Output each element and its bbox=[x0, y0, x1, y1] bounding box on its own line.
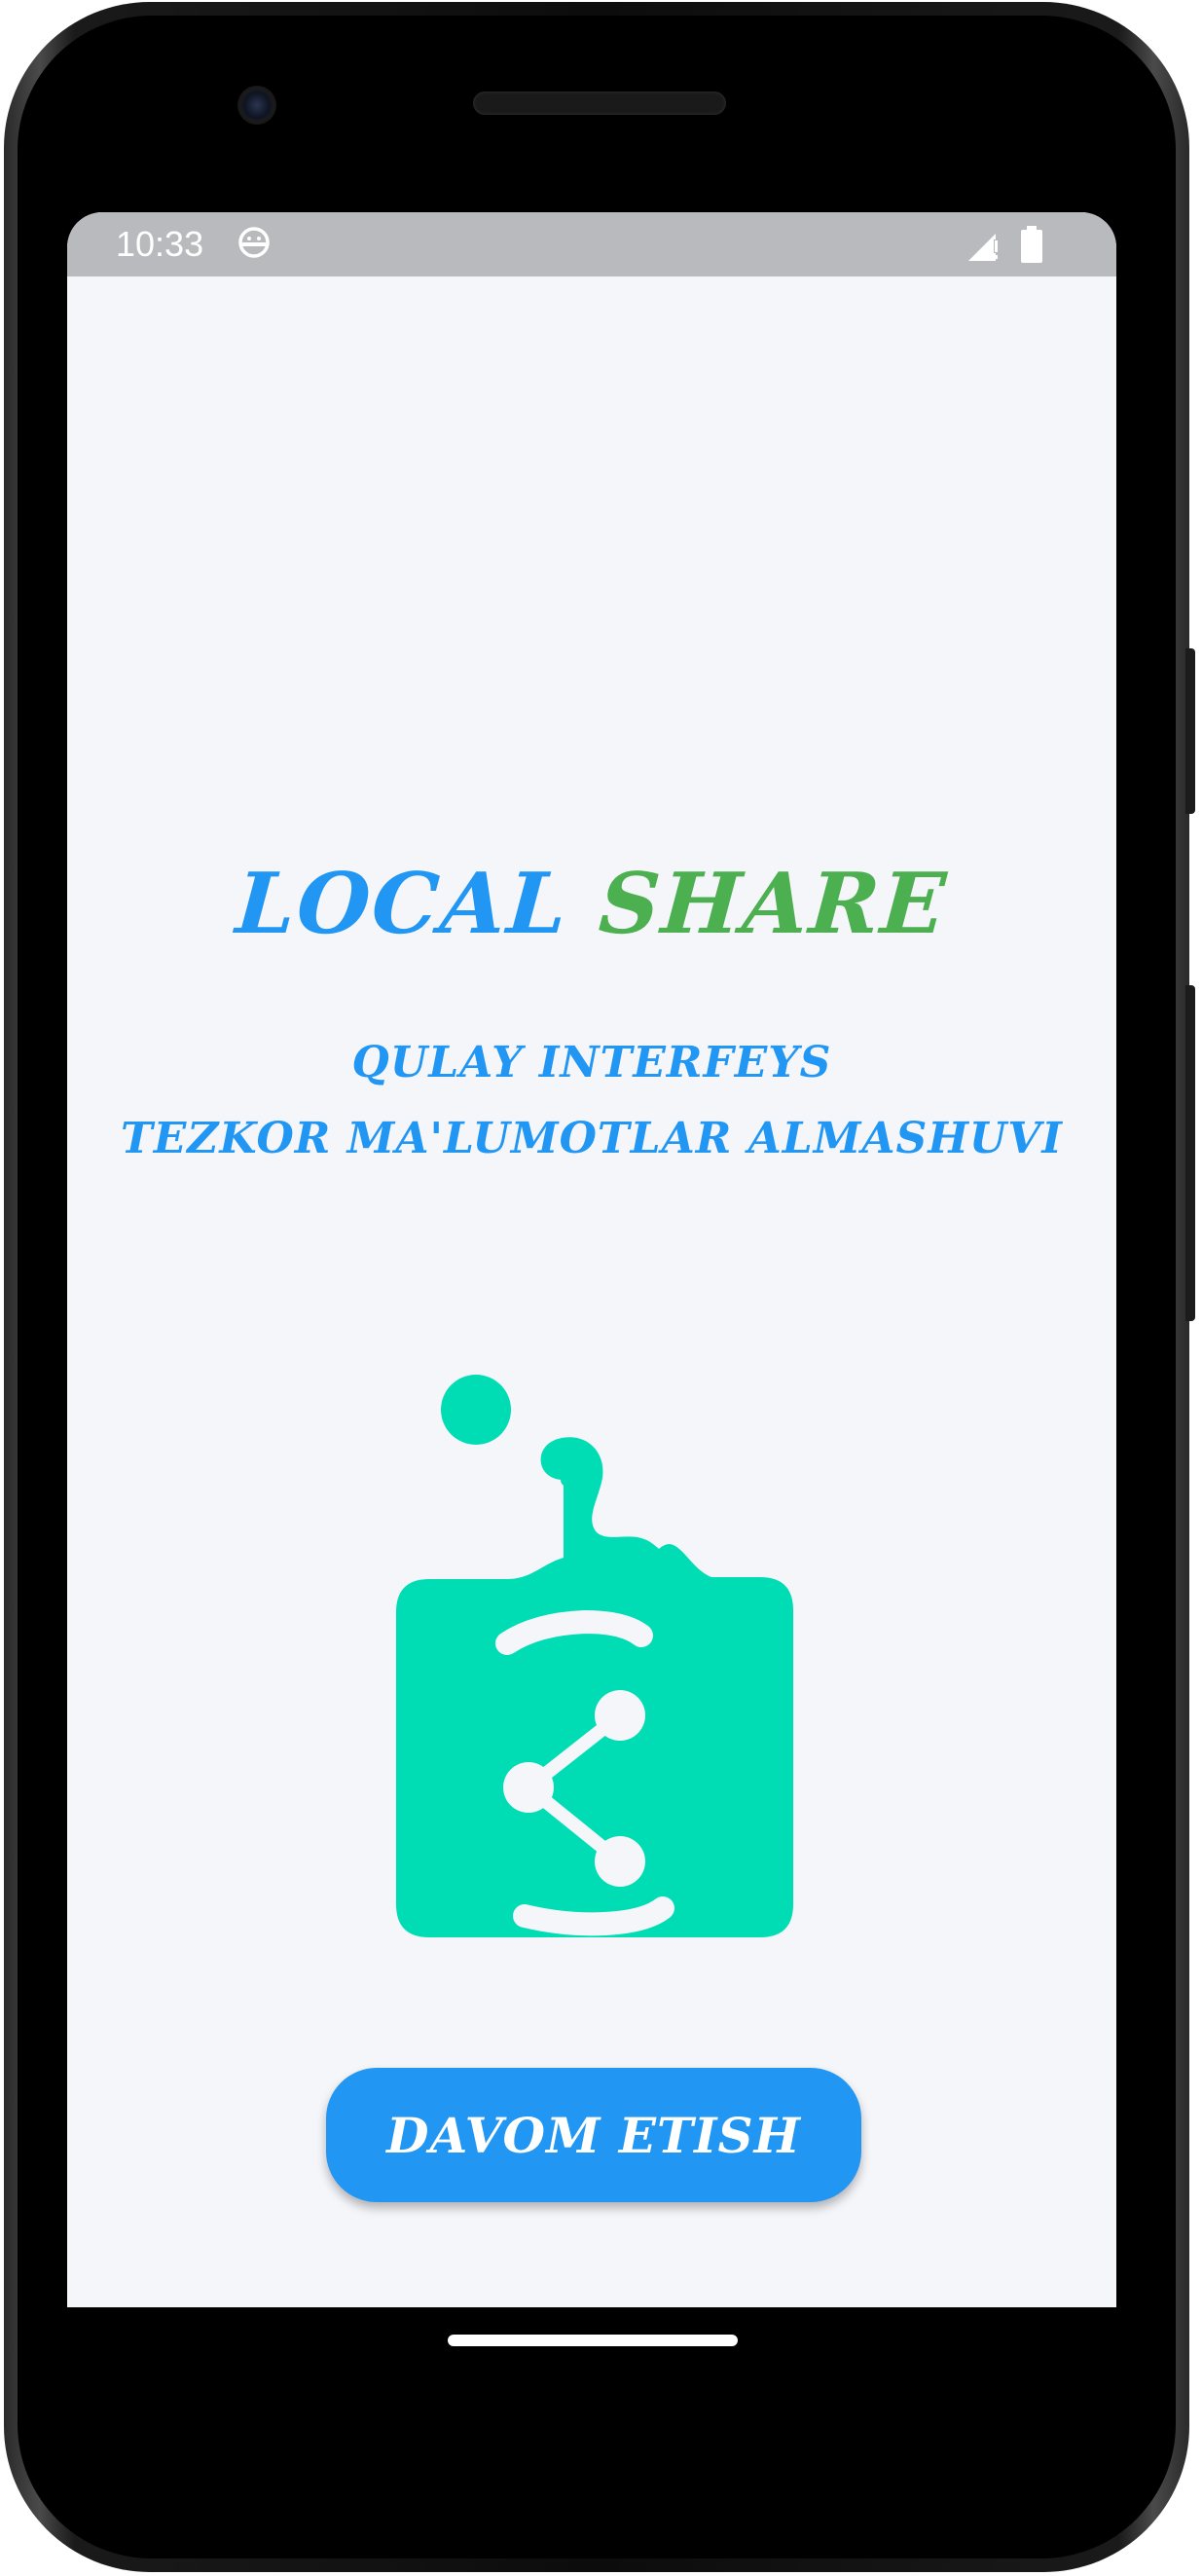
home-indicator[interactable] bbox=[448, 2335, 738, 2346]
volume-button bbox=[1185, 985, 1195, 1321]
power-button bbox=[1185, 648, 1195, 814]
status-bar: 10:33 bbox=[67, 212, 1116, 276]
continue-button[interactable]: DAVOM ETISH bbox=[326, 2068, 861, 2202]
app-title: LOCAL SHARE bbox=[67, 855, 1116, 953]
continue-button-label: DAVOM ETISH bbox=[386, 2106, 801, 2164]
front-camera bbox=[237, 86, 276, 125]
earpiece-speaker bbox=[473, 92, 726, 115]
status-time: 10:33 bbox=[116, 224, 204, 264]
signal-icon bbox=[968, 234, 999, 261]
app-title-share: SHARE bbox=[596, 855, 951, 953]
subtitle-line-2: TEZKOR MA'LUMOTLAR ALMASHUVI bbox=[121, 1114, 1063, 1163]
app-title-local: LOCAL bbox=[233, 855, 572, 953]
share-icon bbox=[396, 1375, 793, 1937]
app-screen: 10:33 LOCAL SHARE QULAY INTERFEYS TEZKOR… bbox=[67, 212, 1116, 2307]
subtitle-line-1: QULAY INTERFEYS bbox=[351, 1038, 832, 1087]
battery-icon bbox=[1021, 226, 1042, 263]
android-icon bbox=[238, 227, 270, 258]
